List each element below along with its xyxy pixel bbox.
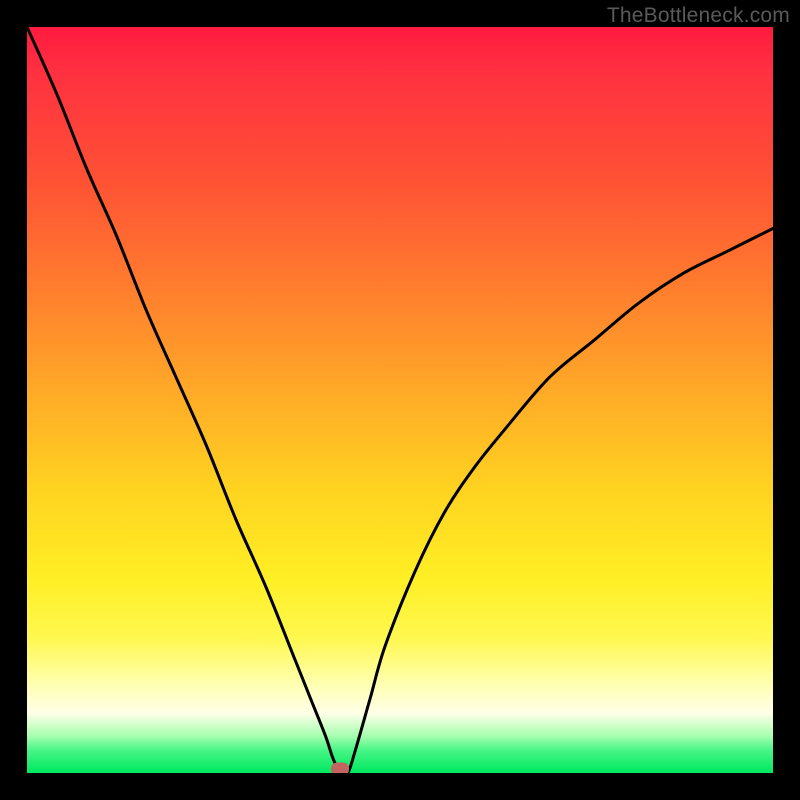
optimal-marker: [331, 763, 349, 774]
bottleneck-curve: [27, 27, 773, 773]
watermark-text: TheBottleneck.com: [607, 4, 790, 28]
plot-area: [27, 27, 773, 773]
